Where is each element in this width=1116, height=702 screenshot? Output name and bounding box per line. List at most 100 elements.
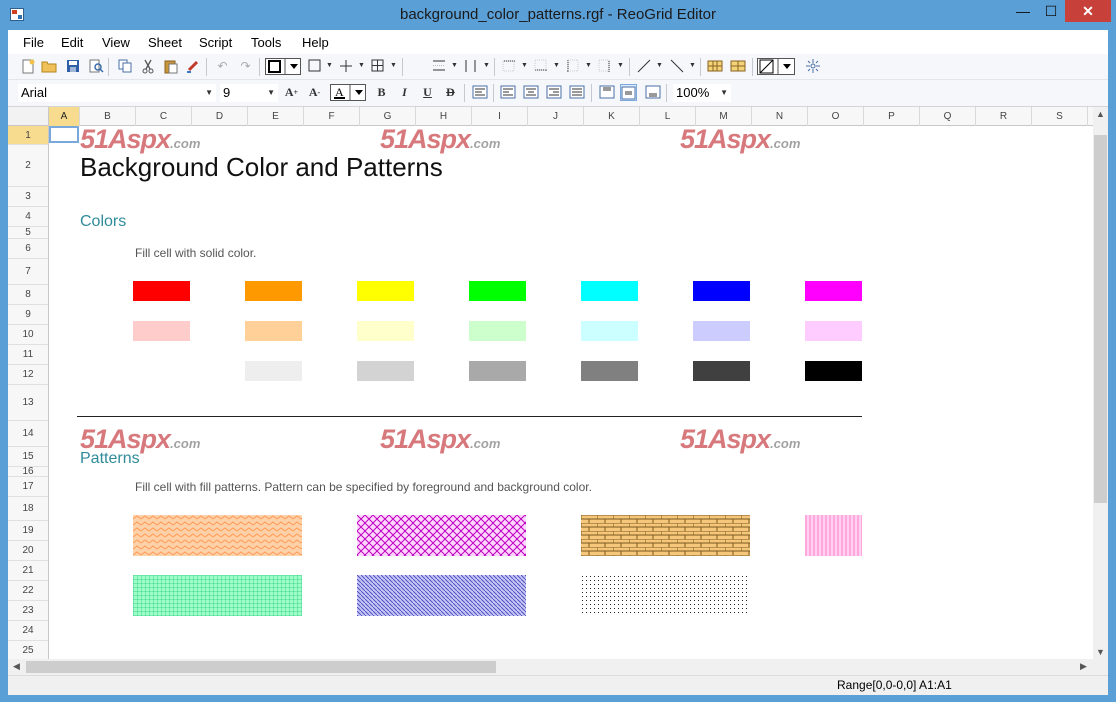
chevron-down-icon[interactable]: ▼ <box>689 62 696 69</box>
chevron-down-icon[interactable]: ▼ <box>326 62 333 69</box>
border-inside-icon[interactable] <box>337 58 354 75</box>
column-header[interactable]: S <box>1032 107 1088 126</box>
italic-icon[interactable]: I <box>396 84 413 101</box>
row-header[interactable]: 3 <box>8 187 48 207</box>
bold-icon[interactable]: B <box>373 84 390 101</box>
strikethrough-icon[interactable]: D <box>442 84 459 101</box>
border-left-icon[interactable] <box>564 58 581 75</box>
scroll-down-icon[interactable]: ▼ <box>1093 647 1108 657</box>
menu-view[interactable]: View <box>102 35 130 50</box>
scroll-left-icon[interactable]: ◀ <box>9 661 24 672</box>
chevron-down-icon[interactable]: ▼ <box>390 62 397 69</box>
align-right-icon[interactable] <box>545 84 562 101</box>
chevron-down-icon[interactable]: ▼ <box>656 62 663 69</box>
row-header[interactable]: 15 <box>8 447 48 467</box>
row-header[interactable]: 11 <box>8 345 48 365</box>
column-header[interactable]: M <box>696 107 752 126</box>
maximize-button[interactable]: ☐ <box>1040 0 1062 22</box>
row-header[interactable]: 5 <box>8 227 48 239</box>
copy-icon[interactable] <box>116 58 133 75</box>
column-header[interactable]: E <box>248 107 304 126</box>
horizontal-scroll-thumb[interactable] <box>26 661 496 673</box>
border-left-right-icon[interactable] <box>462 58 479 75</box>
font-size-combo[interactable]: 9 ▼ <box>219 83 279 103</box>
undo-icon[interactable]: ↶ <box>214 58 231 75</box>
chevron-down-icon[interactable]: ▼ <box>358 62 365 69</box>
text-wrap-icon[interactable] <box>471 84 488 101</box>
outside-border-dropdown[interactable] <box>265 58 301 75</box>
scroll-up-icon[interactable]: ▲ <box>1093 109 1108 119</box>
align-top-icon[interactable] <box>598 84 615 101</box>
row-header[interactable]: 16 <box>8 467 48 477</box>
horizontal-scrollbar[interactable]: ◀ ▶ <box>8 659 1093 675</box>
menu-edit[interactable]: Edit <box>61 35 83 50</box>
chevron-down-icon[interactable]: ▼ <box>585 62 592 69</box>
row-header[interactable]: 19 <box>8 521 48 541</box>
unmerge-cells-icon[interactable] <box>729 58 746 75</box>
open-folder-icon[interactable] <box>41 58 58 75</box>
chevron-down-icon[interactable]: ▼ <box>451 62 458 69</box>
paste-icon[interactable] <box>162 58 179 75</box>
row-header[interactable]: 7 <box>8 259 48 285</box>
column-header[interactable]: B <box>80 107 136 126</box>
column-header[interactable]: Q <box>920 107 976 126</box>
align-left-icon[interactable] <box>499 84 516 101</box>
vertical-scroll-thumb[interactable] <box>1094 135 1107 503</box>
column-header[interactable]: I <box>472 107 528 126</box>
menu-file[interactable]: File <box>23 35 44 50</box>
cut-icon[interactable] <box>139 58 156 75</box>
cell-area[interactable]: 51Aspx.com 51Aspx.com 51Aspx.com Backgro… <box>49 126 1093 659</box>
border-box-icon[interactable] <box>306 58 323 75</box>
fill-pattern-dropdown[interactable] <box>757 58 795 75</box>
align-middle-icon[interactable] <box>620 84 637 101</box>
column-header[interactable]: F <box>304 107 360 126</box>
new-file-icon[interactable] <box>19 58 36 75</box>
select-all-corner[interactable] <box>8 107 49 126</box>
chevron-down-icon[interactable]: ▼ <box>553 62 560 69</box>
row-header[interactable]: 8 <box>8 285 48 305</box>
border-top-bottom-icon[interactable] <box>430 58 447 75</box>
menu-tools[interactable]: Tools <box>251 35 281 50</box>
close-button[interactable]: ✕ <box>1065 0 1111 22</box>
column-header[interactable]: R <box>976 107 1032 126</box>
selected-cell-a1[interactable] <box>49 126 79 143</box>
border-top-icon[interactable] <box>500 58 517 75</box>
column-header[interactable]: L <box>640 107 696 126</box>
print-preview-icon[interactable] <box>87 58 104 75</box>
row-header[interactable]: 18 <box>8 497 48 521</box>
spreadsheet-grid[interactable]: ABCDEFGHIJKLMNOPQRS 1 2 3 4 5 6 7 8 9 10 11 12 13 14 1… <box>8 106 1108 659</box>
column-header[interactable]: K <box>584 107 640 126</box>
border-right-icon[interactable] <box>596 58 613 75</box>
sparkle-settings-icon[interactable] <box>804 58 821 75</box>
chevron-down-icon[interactable]: ▼ <box>521 62 528 69</box>
border-all-icon[interactable] <box>369 58 386 75</box>
column-header[interactable]: J <box>528 107 584 126</box>
align-bottom-icon[interactable] <box>644 84 661 101</box>
diagonal-down-icon[interactable] <box>668 58 685 75</box>
scroll-right-icon[interactable]: ▶ <box>1076 661 1091 672</box>
row-header[interactable]: 12 <box>8 365 48 385</box>
row-header[interactable]: 1 <box>8 126 48 145</box>
minimize-button[interactable]: — <box>1012 0 1034 22</box>
column-header[interactable]: P <box>864 107 920 126</box>
align-center-icon[interactable] <box>522 84 539 101</box>
border-bottom-icon[interactable] <box>532 58 549 75</box>
font-color-dropdown[interactable]: A <box>330 84 366 101</box>
menu-script[interactable]: Script <box>199 35 232 50</box>
row-header[interactable]: 4 <box>8 207 48 227</box>
save-icon[interactable] <box>64 58 81 75</box>
row-header[interactable]: 24 <box>8 621 48 641</box>
row-header[interactable]: 13 <box>8 385 48 421</box>
vertical-scrollbar[interactable]: ▲ ▼ <box>1093 107 1108 659</box>
redo-icon[interactable]: ↷ <box>237 58 254 75</box>
row-header[interactable]: 2 <box>8 145 48 187</box>
row-header[interactable]: 14 <box>8 421 48 447</box>
decrease-font-icon[interactable]: A- <box>306 84 323 101</box>
row-header[interactable]: 10 <box>8 325 48 345</box>
row-header[interactable]: 21 <box>8 561 48 581</box>
row-header[interactable]: 6 <box>8 239 48 259</box>
chevron-down-icon[interactable]: ▼ <box>483 62 490 69</box>
increase-font-icon[interactable]: A+ <box>283 84 300 101</box>
diagonal-up-icon[interactable] <box>635 58 652 75</box>
format-painter-icon[interactable] <box>185 58 202 75</box>
